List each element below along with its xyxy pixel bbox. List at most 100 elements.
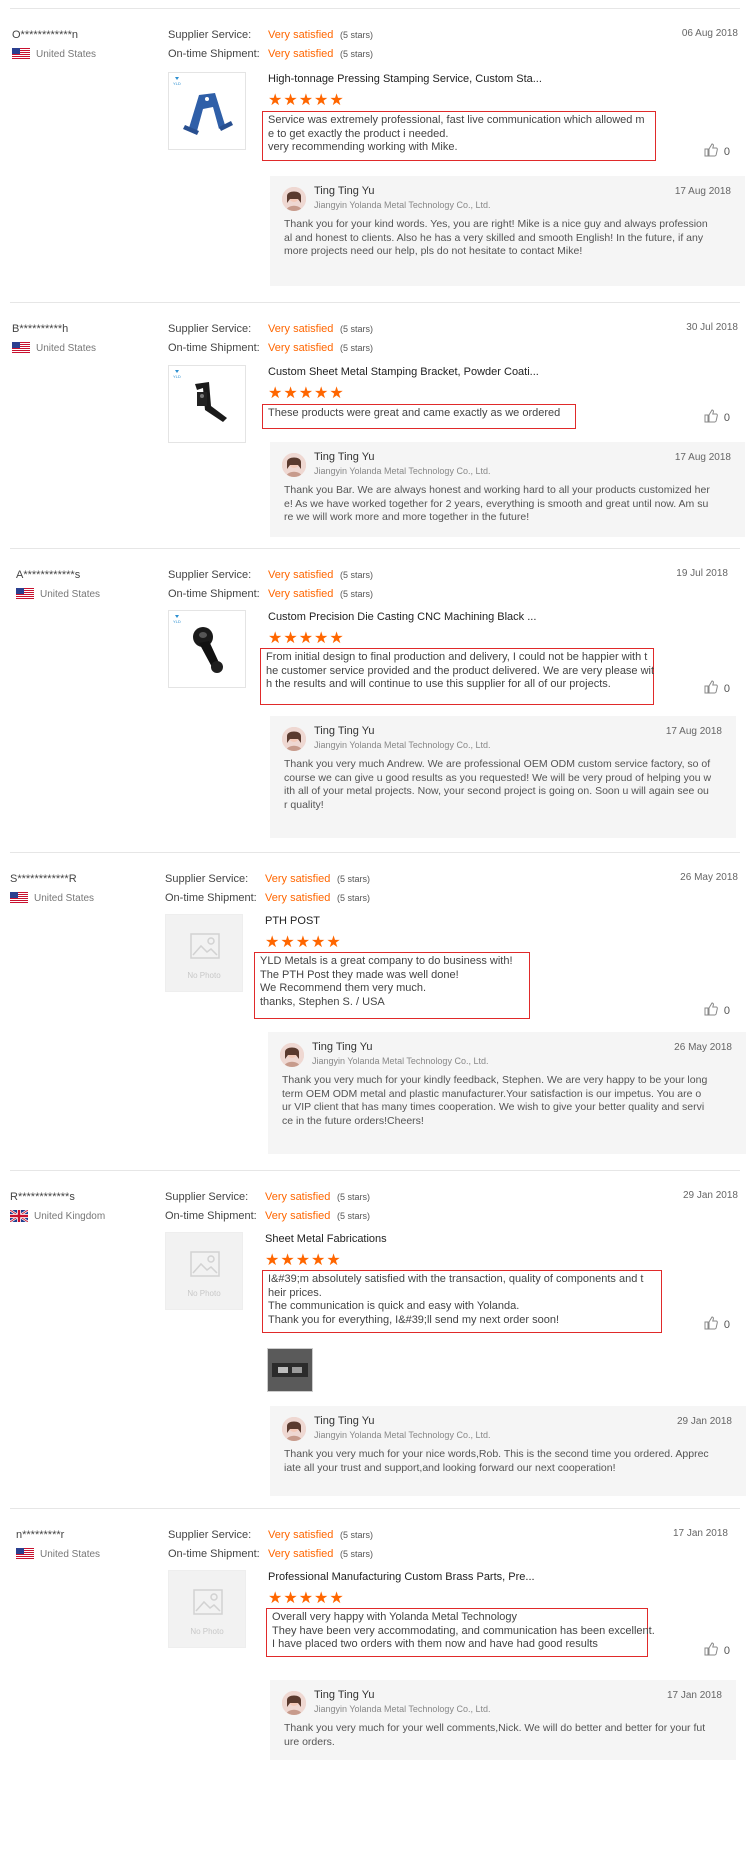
divider xyxy=(10,302,740,303)
ontime-shipment-value: Very satisfied xyxy=(268,48,334,60)
reply-text: Thank you very much Andrew. We are profe… xyxy=(284,758,724,812)
reply-date: 17 Aug 2018 xyxy=(674,186,731,197)
product-title[interactable]: PTH POST xyxy=(265,915,320,927)
reply-line: ith all of your metal projects. Now, you… xyxy=(284,785,709,797)
review-date: 26 May 2018 xyxy=(680,872,738,883)
reply-text: Thank you for your kind words. Yes, you … xyxy=(284,218,733,259)
country-name: United Kingdom xyxy=(34,1210,106,1222)
buyer-country: United States xyxy=(10,892,94,904)
like-button[interactable]: 0 xyxy=(704,143,730,160)
product-thumbnail[interactable]: YLD xyxy=(168,610,246,688)
us-flag-icon xyxy=(16,588,34,600)
reply-line: Thank you very much for your well commen… xyxy=(284,1722,706,1734)
image-placeholder-icon xyxy=(193,1589,223,1620)
buyer-name: B**********h xyxy=(12,323,69,335)
ontime-shipment-value: Very satisfied xyxy=(265,1210,331,1222)
supplier-reply: Ting Ting Yu Jiangyin Yolanda Metal Techn… xyxy=(270,442,745,537)
reply-line: ur VIP client that has many times cooper… xyxy=(282,1101,705,1113)
product-thumbnail[interactable]: No Photo xyxy=(165,914,243,992)
reply-company: Jiangyin Yolanda Metal Technology Co., L… xyxy=(314,200,491,210)
supplier-reply: Ting Ting Yu Jiangyin Yolanda Metal Techn… xyxy=(270,1406,746,1496)
image-placeholder-icon xyxy=(190,933,220,964)
ontime-shipment-stars: (5 stars) xyxy=(340,343,374,353)
buyer-country: United Kingdom xyxy=(10,1210,105,1222)
ontime-shipment-label: On-time Shipment: xyxy=(165,892,257,904)
supplier-service-value: Very satisfied xyxy=(268,323,334,335)
supplier-service-rating: Supplier Service: Very satisfied (5 stars) xyxy=(165,1191,370,1203)
comment-line: I&#39;m absolutely satisfied with the tr… xyxy=(268,1273,644,1285)
reply-line: Thank you very much for your kindly feed… xyxy=(282,1074,708,1086)
buyer-name: A************s xyxy=(16,569,81,581)
product-title[interactable]: Custom Precision Die Casting CNC Machini… xyxy=(268,611,536,623)
reply-author-name: Ting Ting Yu xyxy=(314,185,375,197)
comment-line: Service was extremely professional, fast… xyxy=(268,114,645,126)
product-title[interactable]: High-tonnage Pressing Stamping Service, … xyxy=(268,73,542,85)
country-name: United States xyxy=(36,48,97,60)
review-card: n*********r United States Supplier Service… xyxy=(0,1508,750,1818)
like-button[interactable]: 0 xyxy=(704,1316,730,1333)
reply-text: Thank you very much for your kindly feed… xyxy=(282,1074,734,1128)
like-button[interactable]: 0 xyxy=(704,1642,730,1659)
product-thumbnail[interactable]: YLD xyxy=(168,365,246,443)
comment-line: e to get exactly the product i needed. xyxy=(268,127,449,140)
supplier-service-label: Supplier Service: xyxy=(165,873,249,885)
supplier-service-value: Very satisfied xyxy=(268,569,334,581)
avatar xyxy=(282,187,306,211)
supplier-reply: Ting Ting Yu Jiangyin Yolanda Metal Techn… xyxy=(270,1680,736,1760)
ontime-shipment-label: On-time Shipment: xyxy=(168,1548,260,1560)
product-image: YLD xyxy=(169,611,245,692)
comment-line: From initial design to final production … xyxy=(266,651,648,663)
star-rating: ★★★★★ xyxy=(268,630,345,647)
star-rating: ★★★★★ xyxy=(265,934,342,951)
buyer-name: O************n xyxy=(12,29,79,41)
buyer-country: United States xyxy=(16,588,100,600)
product-thumbnail[interactable]: YLD xyxy=(168,72,246,150)
supplier-service-rating: Supplier Service: Very satisfied (5 stars) xyxy=(165,873,370,885)
product-title[interactable]: Sheet Metal Fabrications xyxy=(265,1233,387,1245)
country-name: United States xyxy=(40,1548,101,1560)
ontime-shipment-rating: On-time Shipment: Very satisfied (5 stars) xyxy=(168,342,373,354)
ontime-shipment-rating: On-time Shipment: Very satisfied (5 stars) xyxy=(165,892,370,904)
product-thumbnail[interactable]: No Photo xyxy=(168,1570,246,1648)
comment-line: YLD Metals is a great company to do busi… xyxy=(260,955,513,967)
reply-line: r quality! xyxy=(284,798,324,811)
ontime-shipment-label: On-time Shipment: xyxy=(168,588,260,600)
product-title[interactable]: Professional Manufacturing Custom Brass … xyxy=(268,1571,535,1583)
thumbs-up-icon xyxy=(704,409,718,426)
review-card: O************n United States Supplier Serv… xyxy=(0,8,750,303)
avatar xyxy=(282,1691,306,1715)
like-button[interactable]: 0 xyxy=(704,1002,730,1019)
reply-text: Thank you Bar. We are always honest and … xyxy=(284,484,733,525)
reply-line: al and honest to clients. Also he has a … xyxy=(284,231,704,244)
star-rating: ★★★★★ xyxy=(268,92,345,109)
supplier-service-stars: (5 stars) xyxy=(340,324,374,334)
ontime-shipment-stars: (5 stars) xyxy=(340,49,374,59)
avatar xyxy=(282,1417,306,1441)
reply-date: 17 Jan 2018 xyxy=(666,1690,722,1701)
avatar xyxy=(282,727,306,751)
reply-author-name: Ting Ting Yu xyxy=(312,1041,373,1053)
product-image: YLD xyxy=(169,73,245,154)
reply-text: Thank you very much for your nice words,… xyxy=(284,1448,734,1475)
reply-date: 26 May 2018 xyxy=(674,1042,732,1053)
buyer-photo[interactable] xyxy=(267,1348,313,1392)
reply-text: Thank you very much for your well commen… xyxy=(284,1722,724,1749)
ontime-shipment-value: Very satisfied xyxy=(268,1548,334,1560)
us-flag-icon xyxy=(10,892,28,904)
us-flag-icon xyxy=(16,1548,34,1560)
reply-line: e! As we have worked together for 2 year… xyxy=(284,497,709,510)
product-title[interactable]: Custom Sheet Metal Stamping Bracket, Pow… xyxy=(268,366,539,378)
reply-company: Jiangyin Yolanda Metal Technology Co., L… xyxy=(314,466,491,476)
review-comment: YLD Metals is a great company to do busi… xyxy=(254,952,530,1019)
like-button[interactable]: 0 xyxy=(704,680,730,697)
reply-date: 17 Aug 2018 xyxy=(665,726,722,737)
comment-line: The PTH Post they made was well done! xyxy=(260,968,459,981)
product-thumbnail[interactable]: No Photo xyxy=(165,1232,243,1310)
supplier-service-rating: Supplier Service: Very satisfied (5 stars) xyxy=(168,29,373,41)
like-button[interactable]: 0 xyxy=(704,409,730,426)
buyer-country: United States xyxy=(12,48,96,60)
reply-line: Thank you for your kind words. Yes, you … xyxy=(284,218,708,230)
like-count: 0 xyxy=(723,145,730,158)
ontime-shipment-label: On-time Shipment: xyxy=(168,342,260,354)
us-flag-icon xyxy=(12,48,30,60)
